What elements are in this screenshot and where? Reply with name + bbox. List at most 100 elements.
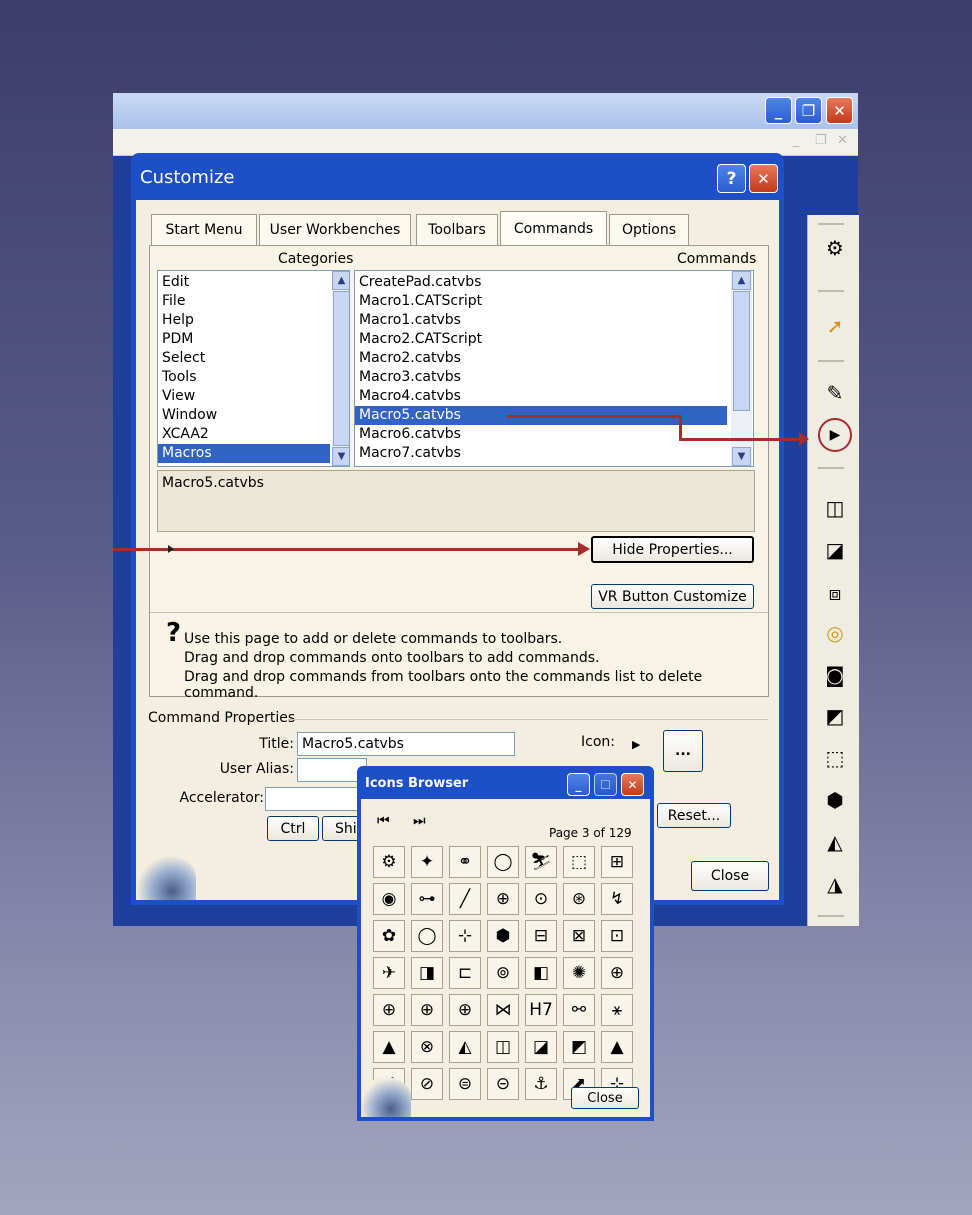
browser-icon[interactable]: ⊟ [525,920,557,952]
tab-start-menu[interactable]: Start Menu [151,214,257,245]
hole-icon[interactable]: ◎ [822,620,848,646]
category-item[interactable]: Edit [158,273,330,292]
browser-icon[interactable]: ◭ [449,1031,481,1063]
browser-icon[interactable]: ◪ [525,1031,557,1063]
sketch-icon[interactable]: ✎ [822,380,848,406]
command-item[interactable]: Macro1.catvbs [355,311,727,330]
pad-icon[interactable]: ◫ [822,495,848,521]
browser-icon[interactable]: ⋈ [487,994,519,1026]
scroll-down-icon[interactable]: ▼ [732,447,751,466]
thick-icon[interactable]: ◮ [822,871,848,897]
pocket-icon[interactable]: ◪ [822,537,848,563]
browser-icon[interactable]: ⊘ [411,1068,443,1100]
rib-icon[interactable]: ◙ [822,662,848,688]
shift-button[interactable]: Shi [322,816,362,841]
browser-icon[interactable]: ✺ [563,957,595,989]
icon-browse-button[interactable]: ... [663,730,703,772]
run-macro-icon[interactable]: ▶ [818,418,852,452]
browser-icon[interactable]: ╱ [449,883,481,915]
browser-icon[interactable]: ⊡ [601,920,633,952]
browser-icon[interactable]: ⚭ [449,846,481,878]
browser-icon[interactable]: ✦ [411,846,443,878]
browser-icon[interactable]: ✿ [373,920,405,952]
first-page-icon[interactable]: ⏮ [377,813,390,829]
browser-icon[interactable]: ⊹ [449,920,481,952]
browser-icon[interactable]: ⊕ [411,994,443,1026]
doc-close-icon[interactable]: ✕ [837,133,848,148]
doc-restore-icon[interactable]: ❐ [815,133,827,148]
command-item[interactable]: Macro2.catvbs [355,349,727,368]
doc-minimize-icon[interactable]: _ [793,133,800,148]
browser-icon[interactable]: ⬢ [487,920,519,952]
browser-icon[interactable]: ⚯ [563,994,595,1026]
reset-button[interactable]: Reset... [657,803,731,828]
browser-icon[interactable]: ⊕ [487,883,519,915]
category-item[interactable]: XCAA2 [158,425,330,444]
browser-icon[interactable]: H7 [525,994,557,1026]
scroll-up-icon[interactable]: ▲ [732,271,751,290]
ctrl-button[interactable]: Ctrl [267,816,319,841]
categories-scrollbar[interactable]: ▲ ▼ [332,271,349,466]
category-item[interactable]: Help [158,311,330,330]
command-item[interactable]: CreatePad.catvbs [355,273,727,292]
tab-options[interactable]: Options [609,214,689,245]
category-item[interactable]: PDM [158,330,330,349]
browser-icon[interactable]: ▲ [373,1031,405,1063]
browser-icon[interactable]: ⊕ [373,994,405,1026]
close-button[interactable]: Close [691,861,769,891]
hide-properties-button[interactable]: Hide Properties... [591,536,754,563]
help-button[interactable]: ? [717,164,746,193]
shaft-icon[interactable]: ⧈ [822,580,848,606]
browser-icon[interactable]: ↯ [601,883,633,915]
browser-icon[interactable]: ⛷ [525,846,557,878]
browser-icon[interactable]: ◯ [411,920,443,952]
browser-icon[interactable]: ⊶ [411,883,443,915]
browser-icon[interactable]: ⚙ [373,846,405,878]
browser-icon[interactable]: ⊜ [449,1068,481,1100]
browser-icon[interactable]: ⊕ [449,994,481,1026]
vr-button-customize[interactable]: VR Button Customize [591,584,754,609]
command-item[interactable]: Macro4.catvbs [355,387,727,406]
category-item[interactable]: File [158,292,330,311]
browser-icon[interactable]: ⚹ [601,994,633,1026]
close-window-button[interactable]: ✕ [826,97,853,124]
browser-icon[interactable]: ◫ [487,1031,519,1063]
browser-icon[interactable]: ◧ [525,957,557,989]
gear-icon[interactable]: ⚙ [822,235,848,261]
maximize-button[interactable]: ❐ [795,97,822,124]
cube-icon[interactable]: ⬢ [822,787,848,813]
scroll-thumb[interactable] [333,291,349,446]
split-icon[interactable]: ◭ [822,829,848,855]
face-icon[interactable]: ◩ [822,703,848,729]
scroll-down-icon[interactable]: ▼ [332,447,349,466]
command-item[interactable]: Macro2.CATScript [355,330,727,349]
browser-icon[interactable]: ⊏ [449,957,481,989]
browser-icon[interactable]: ⊚ [487,957,519,989]
select-arrow-icon[interactable]: ➚ [822,313,848,339]
accelerator-field[interactable] [265,787,365,811]
browser-icon[interactable]: ◩ [563,1031,595,1063]
dialog-close-icon[interactable]: ✕ [749,164,778,193]
category-item[interactable]: Tools [158,368,330,387]
tab-commands[interactable]: Commands [500,211,607,246]
browser-icon[interactable]: ⊝ [487,1068,519,1100]
browser-icon[interactable]: ⬚ [563,846,595,878]
ib-close-icon[interactable]: ✕ [621,773,644,796]
ib-minimize-button[interactable]: _ [567,773,590,796]
minimize-button[interactable]: _ [765,97,792,124]
solid-icon[interactable]: ⬚ [822,745,848,771]
scroll-thumb[interactable] [733,291,750,411]
browser-icon[interactable]: ⚓ [525,1068,557,1100]
browser-icon[interactable]: ⊠ [563,920,595,952]
browser-icon[interactable]: ◉ [373,883,405,915]
ib-close-button[interactable]: Close [571,1087,639,1109]
browser-icon[interactable]: ⊗ [411,1031,443,1063]
browser-icon[interactable]: ◯ [487,846,519,878]
command-item[interactable]: Macro7.catvbs [355,444,727,463]
tab-user-workbenches[interactable]: User Workbenches [259,214,411,245]
command-item[interactable]: Macro3.catvbs [355,368,727,387]
browser-icon[interactable]: ✈ [373,957,405,989]
browser-icon[interactable]: ⊞ [601,846,633,878]
scroll-up-icon[interactable]: ▲ [332,271,349,290]
category-item[interactable]: View [158,387,330,406]
